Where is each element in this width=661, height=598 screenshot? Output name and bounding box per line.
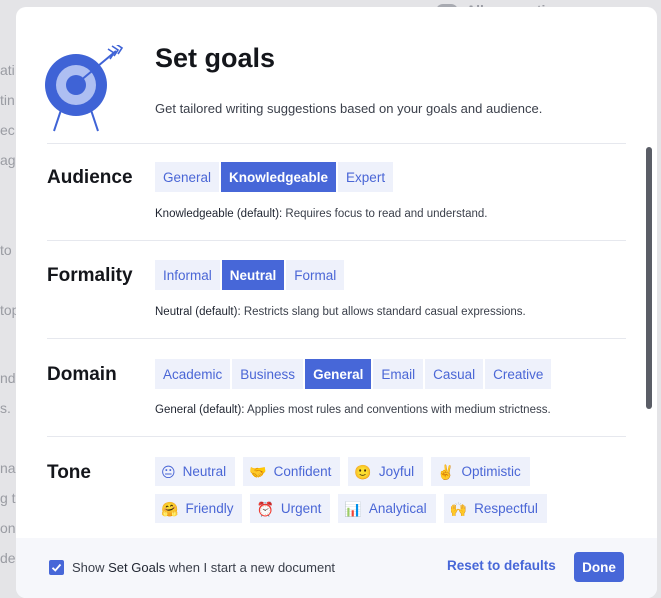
domain-desc-label: General (default): bbox=[155, 404, 245, 416]
domain-desc-text: Applies most rules and conventions with … bbox=[244, 404, 551, 416]
tone-label: Respectful bbox=[474, 501, 538, 516]
tone-title: Tone bbox=[47, 462, 91, 483]
tone-label: Confident bbox=[273, 464, 332, 479]
tone-option-respectful[interactable]: 🙌 Respectful bbox=[443, 494, 547, 523]
domain-section: Domain Academic Business General Email C… bbox=[47, 339, 626, 437]
formality-desc-text: Restricts slang but allows standard casu… bbox=[240, 306, 526, 318]
scrollbar-thumb[interactable] bbox=[646, 147, 652, 409]
tone-label: Neutral bbox=[182, 464, 227, 479]
domain-option-creative[interactable]: Creative bbox=[485, 359, 552, 389]
domain-description: General (default): Applies most rules an… bbox=[155, 404, 551, 416]
audience-option-general[interactable]: General bbox=[155, 162, 220, 192]
background-text: to bbox=[0, 242, 12, 258]
tone-option-neutral[interactable]: 😐 Neutral bbox=[155, 457, 236, 486]
background-text: g t bbox=[0, 490, 16, 506]
done-button[interactable]: Done bbox=[574, 552, 624, 582]
dialog-subtitle: Get tailored writing suggestions based o… bbox=[155, 101, 543, 116]
background-text: s. bbox=[0, 400, 11, 416]
audience-section: Audience General Knowledgeable Expert Kn… bbox=[47, 144, 626, 241]
domain-option-academic[interactable]: Academic bbox=[155, 359, 231, 389]
background-text: tin bbox=[0, 92, 15, 108]
set-goals-dialog: Set goals Get tailored writing suggestio… bbox=[16, 7, 657, 598]
tone-label: Optimistic bbox=[461, 464, 521, 479]
victory-hand-icon: ✌️ bbox=[437, 463, 455, 480]
domain-option-business[interactable]: Business bbox=[232, 359, 304, 389]
domain-option-casual[interactable]: Casual bbox=[425, 359, 484, 389]
neutral-face-icon: 😐 bbox=[161, 463, 176, 480]
tone-option-urgent[interactable]: ⏰ Urgent bbox=[250, 494, 331, 523]
audience-options: General Knowledgeable Expert bbox=[155, 162, 395, 192]
tone-option-joyful[interactable]: 🙂 Joyful bbox=[348, 457, 424, 486]
domain-options: Academic Business General Email Casual C… bbox=[155, 359, 553, 389]
tone-option-analytical[interactable]: 📊 Analytical bbox=[338, 494, 436, 523]
raised-hands-icon: 🙌 bbox=[449, 500, 468, 517]
alarm-clock-icon: ⏰ bbox=[256, 500, 274, 517]
chk-label-pre: Show bbox=[72, 560, 109, 575]
background-text: ag bbox=[0, 152, 16, 168]
formality-title: Formality bbox=[47, 265, 133, 286]
dialog-footer: Show Set Goals when I start a new docume… bbox=[16, 538, 657, 598]
target-with-arrow-icon bbox=[45, 45, 124, 132]
background-text: de bbox=[0, 550, 16, 566]
background-text: ati bbox=[0, 62, 15, 78]
audience-description: Knowledgeable (default): Requires focus … bbox=[155, 208, 487, 220]
handshake-icon: 🤝 bbox=[249, 463, 267, 480]
bar-chart-icon: 📊 bbox=[344, 500, 362, 517]
tone-label: Analytical bbox=[368, 501, 427, 516]
background-text: ec bbox=[0, 122, 15, 138]
reset-to-defaults-link[interactable]: Reset to defaults bbox=[447, 558, 556, 573]
domain-title: Domain bbox=[47, 364, 117, 385]
dialog-title: Set goals bbox=[155, 43, 276, 73]
domain-option-email[interactable]: Email bbox=[373, 359, 424, 389]
chk-label-highlight: Set Goals bbox=[108, 560, 166, 575]
formality-options: Informal Neutral Formal bbox=[155, 260, 346, 290]
tone-label: Friendly bbox=[185, 501, 234, 516]
audience-option-knowledgeable[interactable]: Knowledgeable bbox=[221, 162, 337, 192]
tone-option-friendly[interactable]: 🤗 Friendly bbox=[155, 494, 243, 523]
tone-label: Urgent bbox=[280, 501, 322, 516]
hugging-face-icon: 🤗 bbox=[161, 500, 179, 517]
domain-option-general[interactable]: General bbox=[305, 359, 372, 389]
tone-option-optimistic[interactable]: ✌️ Optimistic bbox=[431, 457, 530, 486]
tone-options: 😐 Neutral 🤝 Confident 🙂 Joyful ✌️ Optimistic… bbox=[155, 457, 625, 531]
audience-title: Audience bbox=[47, 167, 133, 188]
tone-option-confident[interactable]: 🤝 Confident bbox=[243, 457, 341, 486]
chk-label-post: when I start a new document bbox=[165, 560, 336, 575]
show-set-goals-label[interactable]: Show Set Goals when I start a new docume… bbox=[72, 560, 335, 575]
audience-option-expert[interactable]: Expert bbox=[338, 162, 394, 192]
tone-section: Tone 😐 Neutral 🤝 Confident 🙂 Joyful ✌️ Optim… bbox=[47, 437, 626, 538]
audience-desc-label: Knowledgeable (default): bbox=[155, 208, 283, 220]
formality-option-neutral[interactable]: Neutral bbox=[221, 260, 285, 290]
checkmark-icon bbox=[51, 563, 62, 572]
formality-section: Formality Informal Neutral Formal Neutra… bbox=[47, 241, 626, 339]
audience-desc-text: Requires focus to read and understand. bbox=[282, 208, 488, 220]
formality-desc-label: Neutral (default): bbox=[155, 306, 241, 318]
formality-description: Neutral (default): Restricts slang but a… bbox=[155, 306, 526, 318]
smile-icon: 🙂 bbox=[354, 463, 372, 480]
formality-option-informal[interactable]: Informal bbox=[155, 260, 220, 290]
tone-label: Joyful bbox=[378, 464, 415, 479]
dialog-header: Set goals Get tailored writing suggestio… bbox=[16, 7, 657, 147]
formality-option-formal[interactable]: Formal bbox=[286, 260, 345, 290]
background-text: nd bbox=[0, 370, 16, 386]
show-set-goals-checkbox[interactable] bbox=[49, 560, 64, 575]
background-text: on bbox=[0, 520, 16, 536]
